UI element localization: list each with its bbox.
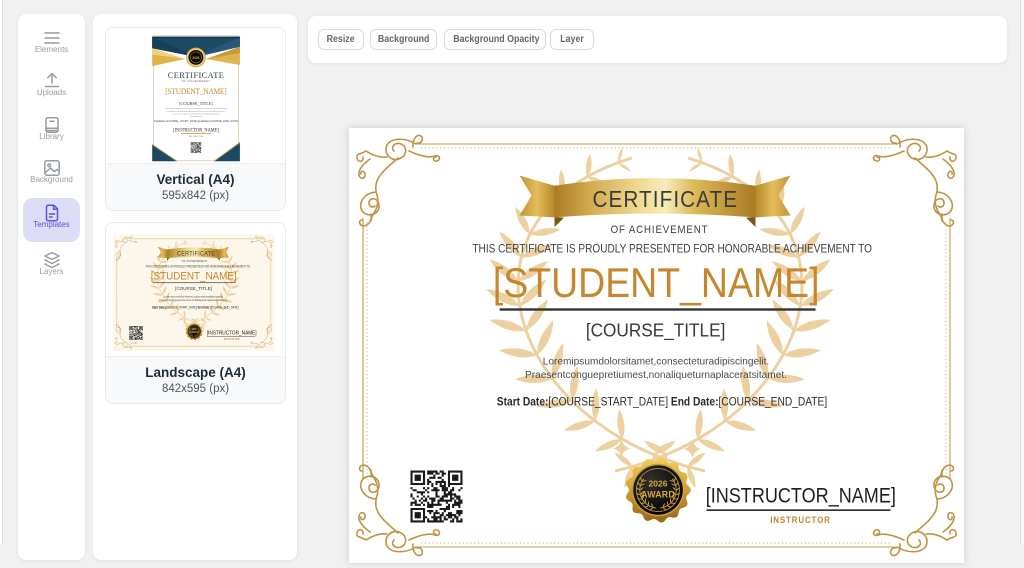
svg-text:THIS CERTIFICATE IS PROUDLY PR: THIS CERTIFICATE IS PROUDLY PRESENTED FO…: [146, 264, 251, 268]
svg-text:StartDate:[COURSE_START_DATE]: StartDate:[COURSE_START_DATE] EndDate:[C…: [154, 119, 238, 123]
svg-text:estnonaliquet: estnonaliquet: [190, 115, 202, 118]
svg-text:[COURSE_TITLE]: [COURSE_TITLE]: [175, 286, 212, 292]
svg-text:CERTIFICATE: CERTIFICATE: [168, 70, 224, 79]
svg-text:INSTRUCTOR: INSTRUCTOR: [189, 135, 204, 137]
svg-text:[STUDENT_NAME]: [STUDENT_NAME]: [165, 86, 226, 95]
svg-text:consecteturadipiscingelitsed.P: consecteturadipiscingelitsed.Praesentcon…: [173, 112, 220, 115]
svg-text:[INSTRUCTOR_NAME]: [INSTRUCTOR_NAME]: [705, 483, 895, 507]
svg-text:[COURSE_TITLE]: [COURSE_TITLE]: [585, 319, 725, 341]
svg-text:OF ACHIEVEMENT: OF ACHIEVEMENT: [182, 79, 211, 83]
svg-text:Loremipsumdolorsitamet,consect: Loremipsumdolorsitamet,consecteturadipis…: [165, 107, 228, 110]
svg-text:[STUDENT_NAME]: [STUDENT_NAME]: [492, 260, 819, 306]
svg-text:[INSTRUCTOR_NAME]: [INSTRUCTOR_NAME]: [173, 128, 219, 133]
svg-text:Loremipsumdolorsitamet,consect: Loremipsumdolorsitamet,consecteturadipis…: [542, 356, 769, 367]
svg-text:2026: 2026: [192, 329, 198, 331]
svg-text:pretiumest,nonaliqueturnaplace: pretiumest,nonaliqueturnaplaceratsitamet…: [167, 109, 225, 112]
svg-text:[COURSE_TITLE]: [COURSE_TITLE]: [179, 101, 213, 106]
svg-text:CERTIFICATE: CERTIFICATE: [592, 186, 738, 212]
svg-text:Praesentconguepretiumest,nonal: Praesentconguepretiumest,nonaliqueturnap…: [525, 369, 787, 380]
svg-text:THIS CERTIFICATE IS PROUDLY PR: THIS CERTIFICATE IS PROUDLY PRESENTED FO…: [472, 242, 872, 255]
svg-text:2026: 2026: [192, 56, 199, 60]
svg-text:2026: 2026: [648, 478, 667, 488]
svg-text:CERTIFICATE: CERTIFICATE: [177, 251, 215, 257]
svg-text:INSTRUCTOR: INSTRUCTOR: [224, 339, 240, 341]
svg-text:Start Date:[COURSE_START_DATE]: Start Date:[COURSE_START_DATE] End Date:…: [152, 305, 239, 309]
svg-text:INSTRUCTOR: INSTRUCTOR: [770, 514, 831, 525]
svg-text:OF ACHIEVEMENT: OF ACHIEVEMENT: [610, 224, 708, 236]
svg-text:[STUDENT_NAME]: [STUDENT_NAME]: [151, 270, 237, 283]
svg-text:Start Date:[COURSE_START_DATE]: Start Date:[COURSE_START_DATE] End Date:…: [496, 396, 826, 409]
svg-text:AWARD: AWARD: [641, 489, 675, 499]
svg-text:[INSTRUCTOR_NAME]: [INSTRUCTOR_NAME]: [207, 330, 257, 337]
